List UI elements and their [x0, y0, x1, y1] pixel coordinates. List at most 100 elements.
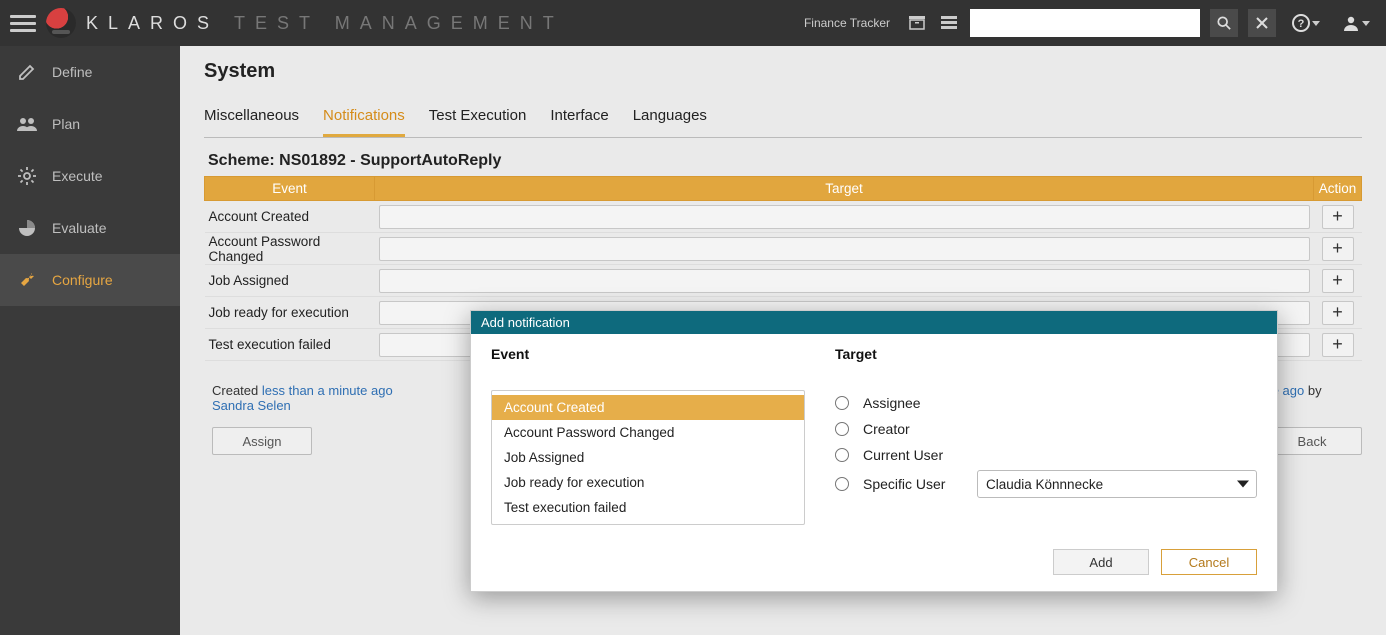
help-menu[interactable]: ? [1286, 14, 1326, 32]
archive-icon[interactable] [906, 12, 928, 34]
sidebar-item-configure[interactable]: Configure [0, 254, 180, 306]
event-cell: Job Assigned [205, 265, 375, 297]
radio-label: Assignee [863, 395, 921, 411]
sidebar-item-label: Configure [52, 272, 113, 288]
search-clear-button[interactable] [1248, 9, 1276, 37]
topbar: KLAROS TEST MANAGEMENT Finance Tracker [0, 0, 1386, 46]
sidebar-item-label: Define [52, 64, 92, 80]
plus-icon: + [1332, 238, 1343, 259]
action-cell: + [1314, 265, 1362, 297]
event-option[interactable]: Account Created [492, 395, 804, 420]
radio-creator[interactable] [835, 422, 849, 436]
assign-button[interactable]: Assign [212, 427, 312, 455]
target-input[interactable] [379, 269, 1310, 293]
brand-name: KLAROS [86, 13, 219, 34]
sidebar-item-evaluate[interactable]: Evaluate [0, 202, 180, 254]
target-heading: Target [835, 346, 1257, 362]
sidebar-item-plan[interactable]: Plan [0, 98, 180, 150]
radio-current-user[interactable] [835, 448, 849, 462]
specific-user-select[interactable]: Claudia Könnnecke [977, 470, 1257, 498]
event-option[interactable]: Job Assigned [492, 445, 804, 470]
add-notification-dialog: Add notification Event Account CreatedAc… [470, 310, 1278, 592]
add-row-button[interactable]: + [1322, 205, 1354, 229]
event-cell: Test execution failed [205, 329, 375, 361]
target-option-assignee[interactable]: Assignee [835, 390, 1257, 416]
page-title: System [204, 60, 1362, 83]
sidebar-item-label: Plan [52, 116, 80, 132]
event-option[interactable]: Account Password Changed [492, 420, 804, 445]
sidebar-item-label: Execute [52, 168, 103, 184]
action-cell: + [1314, 297, 1362, 329]
event-option[interactable]: Test execution failed [492, 495, 804, 520]
brand-sub: TEST MANAGEMENT [234, 13, 564, 34]
target-input[interactable] [379, 237, 1310, 261]
target-cell [375, 233, 1314, 265]
people-icon [16, 113, 38, 135]
tab-miscellaneous[interactable]: Miscellaneous [204, 101, 299, 137]
tab-interface[interactable]: Interface [550, 101, 608, 137]
table-row: Account Created + [205, 201, 1362, 233]
add-row-button[interactable]: + [1322, 237, 1354, 261]
target-cell [375, 201, 1314, 233]
search-icon [1217, 16, 1231, 30]
search-input[interactable] [970, 9, 1200, 37]
radio-assignee[interactable] [835, 396, 849, 410]
radio-label: Current User [863, 447, 943, 463]
dialog-title: Add notification [471, 311, 1277, 334]
user-menu[interactable] [1336, 14, 1376, 32]
sidebar-item-execute[interactable]: Execute [0, 150, 180, 202]
dialog-add-button[interactable]: Add [1053, 549, 1149, 575]
close-icon [1256, 17, 1268, 29]
action-cell: + [1314, 233, 1362, 265]
sidebar-item-define[interactable]: Define [0, 46, 180, 98]
col-action: Action [1314, 177, 1362, 201]
tab-test-execution[interactable]: Test Execution [429, 101, 527, 137]
add-row-button[interactable]: + [1322, 333, 1354, 357]
col-target: Target [375, 177, 1314, 201]
event-cell: Account Password Changed [205, 233, 375, 265]
col-event: Event [205, 177, 375, 201]
audit-user[interactable]: Sandra Selen [212, 398, 291, 413]
main-panel: System Miscellaneous Notifications Test … [180, 46, 1386, 635]
audit-created-time[interactable]: less than a minute ago [262, 383, 393, 398]
event-listbox[interactable]: Account CreatedAccount Password ChangedJ… [491, 390, 805, 525]
plus-icon: + [1332, 270, 1343, 291]
event-option[interactable]: Job ready for execution [492, 470, 804, 495]
list-icon[interactable] [938, 12, 960, 34]
radio-specific-user[interactable] [835, 477, 849, 491]
audit-created-prefix: Created [212, 383, 262, 398]
radio-label: Creator [863, 421, 910, 437]
svg-text:?: ? [1298, 18, 1305, 30]
chevron-down-icon [1362, 21, 1370, 26]
user-icon [1342, 14, 1360, 32]
tabs: Miscellaneous Notifications Test Executi… [204, 101, 1362, 138]
plus-icon: + [1332, 334, 1343, 355]
add-row-button[interactable]: + [1322, 269, 1354, 293]
table-row: Account Password Changed + [205, 233, 1362, 265]
brand: KLAROS TEST MANAGEMENT [86, 13, 564, 34]
action-cell: + [1314, 201, 1362, 233]
project-name: Finance Tracker [804, 16, 890, 30]
plus-icon: + [1332, 206, 1343, 227]
scheme-title: Scheme: NS01892 - SupportAutoReply [208, 152, 1362, 170]
gear-icon [16, 165, 38, 187]
audit-by: by [1304, 383, 1321, 398]
dialog-cancel-button[interactable]: Cancel [1161, 549, 1257, 575]
event-cell: Account Created [205, 201, 375, 233]
target-input[interactable] [379, 205, 1310, 229]
sidebar-item-label: Evaluate [52, 220, 106, 236]
sidebar: Define Plan Execute Evaluate Configure [0, 46, 180, 635]
tab-notifications[interactable]: Notifications [323, 101, 405, 137]
search-button[interactable] [1210, 9, 1238, 37]
target-option-current-user[interactable]: Current User [835, 442, 1257, 468]
global-search [970, 9, 1200, 37]
event-cell: Job ready for execution [205, 297, 375, 329]
event-heading: Event [491, 346, 805, 362]
menu-toggle[interactable] [10, 10, 36, 36]
radio-label: Specific User [863, 476, 963, 492]
help-icon: ? [1292, 14, 1310, 32]
target-option-creator[interactable]: Creator [835, 416, 1257, 442]
chevron-down-icon [1312, 21, 1320, 26]
tab-languages[interactable]: Languages [633, 101, 707, 137]
add-row-button[interactable]: + [1322, 301, 1354, 325]
